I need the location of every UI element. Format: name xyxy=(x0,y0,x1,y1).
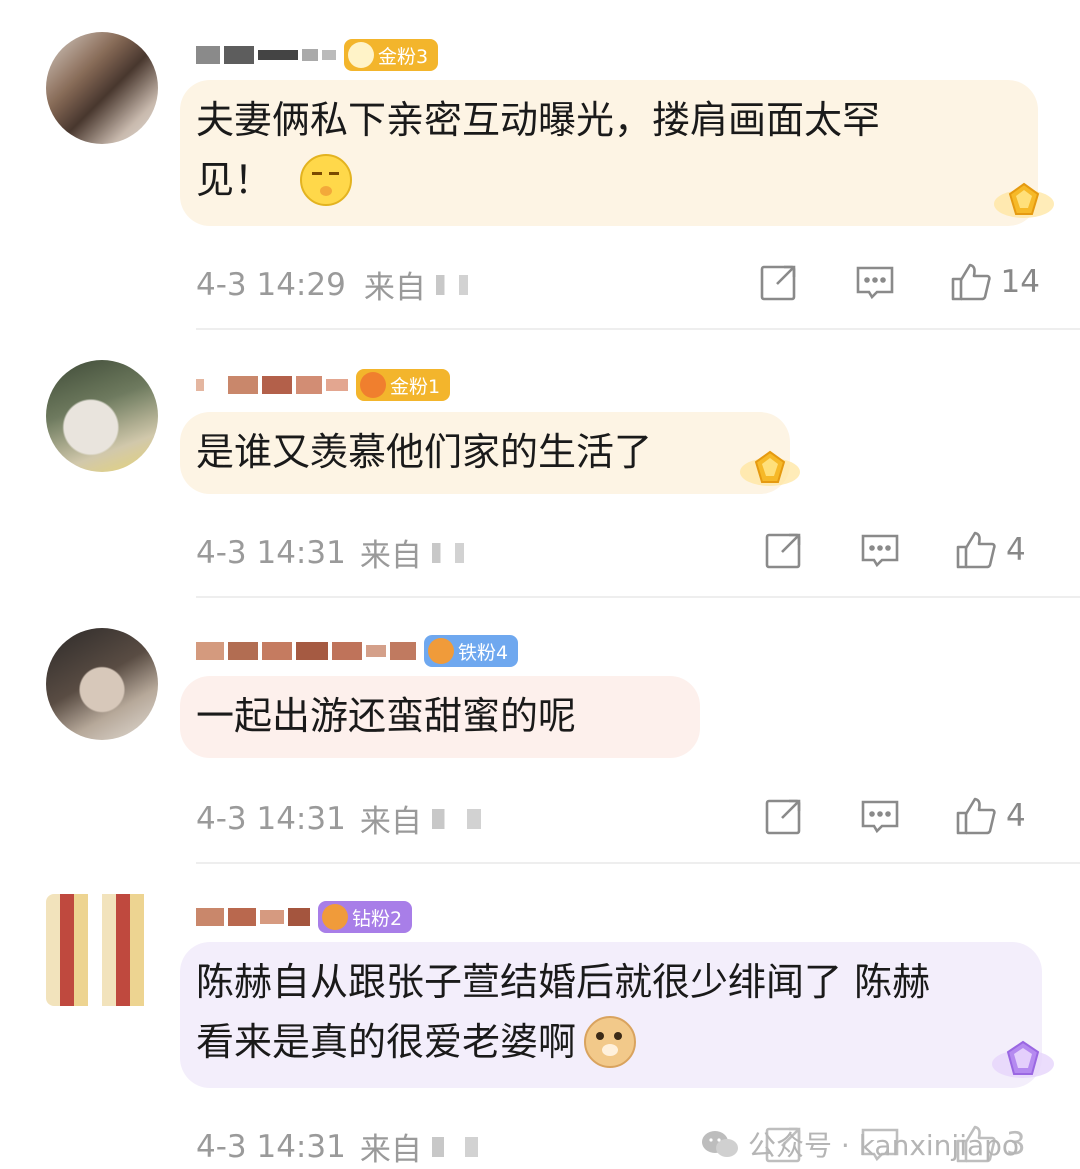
comment-meta: 4-3 14:31 来自 xyxy=(196,530,478,575)
comment-meta: 4-3 14:31 来自 xyxy=(196,796,502,841)
comment-text-line-1: 陈赫自从跟张子萱结婚后就很少绯闻了 陈赫 xyxy=(196,960,931,1004)
comment-time: 4-3 14:31 xyxy=(196,800,346,837)
shush-emoji-icon xyxy=(300,154,353,206)
comment-actions: 4 xyxy=(708,796,1040,836)
comment-source-label: 来自 xyxy=(359,1132,422,1168)
divider xyxy=(196,596,1080,598)
comment-bubble: 一起出游还蛮甜蜜的呢 xyxy=(180,676,700,758)
avatar[interactable] xyxy=(46,32,158,144)
comment-text: 一起出游还蛮甜蜜的呢 xyxy=(196,694,577,738)
watermark-text: 公众号 · kanxinjiapo xyxy=(748,1129,1020,1162)
gold-gem-decoration xyxy=(738,444,802,492)
badge-label: 金粉3 xyxy=(378,45,429,68)
badge-label: 铁粉4 xyxy=(458,641,509,664)
crown-badge-icon xyxy=(360,372,386,398)
comment-source-label: 来自 xyxy=(363,270,426,306)
doge-emoji-icon xyxy=(584,1016,637,1068)
username-row: 金粉1 xyxy=(196,368,451,402)
source-blurred xyxy=(435,274,482,295)
username-blurred[interactable] xyxy=(196,903,310,931)
comment-text-line-2: 见！ xyxy=(196,158,273,202)
username-blurred[interactable] xyxy=(196,371,348,399)
comment-text: 是谁又羡慕他们家的生活了 xyxy=(196,430,653,474)
fan-badge[interactable]: 金粉1 xyxy=(356,369,451,401)
fan-badge[interactable]: 钻粉2 xyxy=(318,901,413,933)
username-row: 钻粉2 xyxy=(196,900,413,934)
repost-icon[interactable] xyxy=(759,262,799,302)
comment-icon[interactable] xyxy=(860,796,900,836)
username-row: 金粉3 xyxy=(196,38,439,72)
comment-icon[interactable] xyxy=(855,262,895,302)
thumbs-up-icon[interactable] xyxy=(951,262,991,302)
thumbs-up-icon[interactable] xyxy=(956,530,996,570)
comment-bubble: 夫妻俩私下亲密互动曝光，搂肩画面太罕 见！ xyxy=(180,80,1038,226)
fan-badge[interactable]: 金粉3 xyxy=(344,39,439,71)
watermark: 公众号 · kanxinjiapo xyxy=(700,1124,1019,1164)
comment-time: 4-3 14:31 xyxy=(196,534,346,571)
like-count: 4 xyxy=(1006,798,1026,834)
purple-gem-decoration xyxy=(990,1034,1056,1084)
source-blurred xyxy=(431,1136,498,1157)
badge-label: 钻粉2 xyxy=(352,907,403,930)
badge-label: 金粉1 xyxy=(390,375,441,398)
comment-text-line-1: 夫妻俩私下亲密互动曝光，搂肩画面太罕 xyxy=(196,98,881,142)
comment-bubble: 是谁又羡慕他们家的生活了 xyxy=(180,412,790,494)
comment-source-label: 来自 xyxy=(359,538,422,574)
fan-badge[interactable]: 铁粉4 xyxy=(424,635,519,667)
crown-badge-icon xyxy=(428,638,454,664)
username-blurred[interactable] xyxy=(196,637,416,665)
source-blurred xyxy=(431,542,478,563)
divider xyxy=(196,328,1080,330)
comment-time: 4-3 14:31 xyxy=(196,1128,346,1165)
gold-gem-decoration xyxy=(992,176,1056,224)
like-count: 14 xyxy=(1000,264,1040,300)
comment-meta: 4-3 14:31 来自 xyxy=(196,1124,498,1169)
thumbs-up-icon[interactable] xyxy=(956,796,996,836)
wechat-icon xyxy=(700,1129,740,1159)
comment-actions: 4 xyxy=(708,530,1040,570)
comment-icon[interactable] xyxy=(860,530,900,570)
avatar[interactable] xyxy=(46,360,158,472)
comment-source-label: 来自 xyxy=(359,804,422,840)
divider xyxy=(196,862,1080,864)
comment-text-line-2: 看来是真的很爱老婆啊 xyxy=(196,1020,577,1064)
comment-actions: 14 xyxy=(703,262,1040,302)
gem-badge-icon xyxy=(348,42,374,68)
avatar[interactable] xyxy=(46,628,158,740)
comment-time: 4-3 14:29 xyxy=(196,266,346,303)
source-blurred xyxy=(431,808,502,829)
username-row: 铁粉4 xyxy=(196,634,519,668)
crown-badge-icon xyxy=(322,904,348,930)
comment-bubble: 陈赫自从跟张子萱结婚后就很少绯闻了 陈赫 看来是真的很爱老婆啊 xyxy=(180,942,1042,1088)
avatar[interactable] xyxy=(46,894,158,1006)
like-count: 4 xyxy=(1006,532,1026,568)
repost-icon[interactable] xyxy=(764,796,804,836)
username-blurred[interactable] xyxy=(196,41,336,69)
repost-icon[interactable] xyxy=(764,530,804,570)
comment-meta: 4-3 14:29 来自 xyxy=(196,262,482,307)
